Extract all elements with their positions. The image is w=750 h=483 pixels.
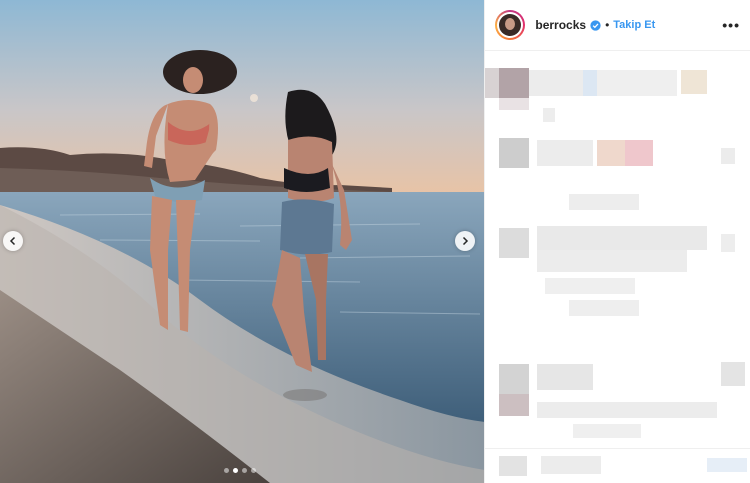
chevron-left-icon	[9, 236, 16, 246]
username-link[interactable]: berrocks	[535, 18, 586, 32]
chevron-right-icon	[462, 236, 469, 246]
post-header: berrocks • Takip Et •••	[485, 0, 750, 51]
carousel-dot-active	[233, 468, 238, 473]
verified-badge-icon	[590, 19, 601, 31]
carousel-dot	[242, 468, 247, 473]
post-photo[interactable]	[0, 0, 485, 483]
more-options-icon[interactable]: •••	[722, 17, 740, 33]
follow-button[interactable]: Takip Et	[613, 19, 655, 31]
carousel-dot	[251, 468, 256, 473]
carousel-next-button[interactable]	[455, 231, 475, 251]
carousel-dot	[224, 468, 229, 473]
header-separator: •	[605, 18, 610, 32]
avatar[interactable]	[495, 10, 526, 40]
carousel-indicator	[224, 468, 256, 473]
beach-photo	[0, 0, 485, 483]
carousel-prev-button[interactable]	[3, 231, 23, 251]
post-sidebar: berrocks • Takip Et •••	[484, 0, 750, 483]
instagram-post: berrocks • Takip Et •••	[0, 0, 750, 483]
comments-area-blurred	[485, 52, 750, 483]
